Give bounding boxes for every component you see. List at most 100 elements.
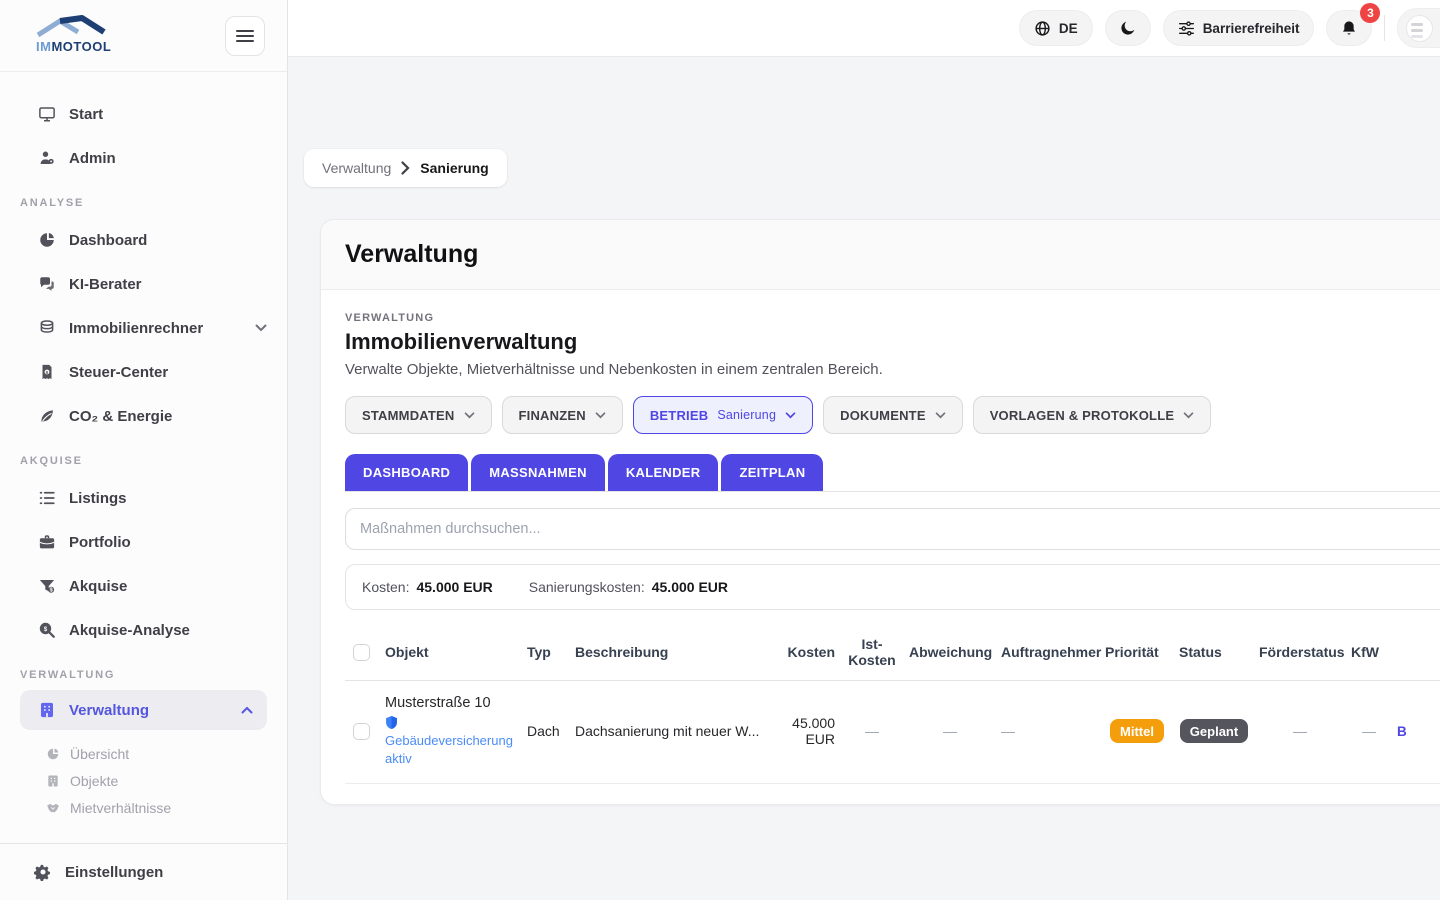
menu-button-finanzen[interactable]: FINANZEN	[502, 396, 623, 434]
logo-text-secondary: MOTOOL	[51, 39, 111, 54]
row-action-link[interactable]: B	[1397, 724, 1407, 739]
leaf-icon	[38, 407, 56, 425]
sidebar-item-label: Immobilienrechner	[69, 320, 203, 337]
sidebar-item-akquise[interactable]: $ Akquise	[0, 564, 287, 608]
sidebar-item-label: Steuer-Center	[69, 364, 168, 381]
verwaltung-subnav: Übersicht Objekte Mietverhältnisse	[0, 740, 287, 821]
stat-kosten: Kosten: 45.000 EUR	[362, 579, 493, 595]
cell-abweichung: —	[909, 723, 1001, 739]
svg-text:s: s	[46, 370, 49, 376]
menu-button-sublabel: Sanierung	[717, 408, 776, 422]
tab-zeitplan[interactable]: ZEITPLAN	[721, 454, 823, 491]
sidebar-header: IMMOTOOL	[0, 0, 287, 72]
sidebar-item-portfolio[interactable]: Portfolio	[0, 520, 287, 564]
sliders-icon	[1178, 21, 1195, 36]
sidebar-item-label: Akquise-Analyse	[69, 622, 190, 639]
sidebar-item-label: Dashboard	[69, 232, 147, 249]
subnav-item-uebersicht[interactable]: Übersicht	[0, 740, 287, 767]
menu-button-label: STAMMDATEN	[362, 408, 455, 423]
accessibility-button[interactable]: Barrierefreiheit	[1163, 10, 1315, 46]
col-foerderstatus: Förderstatus	[1259, 644, 1351, 660]
page-subtitle: Verwalte Objekte, Mietverhältnisse und N…	[345, 361, 1440, 378]
building-icon	[38, 701, 56, 719]
col-abweichung: Abweichung	[909, 644, 1001, 660]
sidebar-item-ki-berater[interactable]: KI-Berater	[0, 262, 287, 306]
cell-foerderstatus: —	[1259, 723, 1351, 739]
breadcrumb-parent[interactable]: Verwaltung	[322, 160, 391, 176]
tab-dashboard[interactable]: DASHBOARD	[345, 454, 468, 491]
col-kosten: Kosten	[771, 644, 845, 660]
immotool-logo: IMMOTOOL	[30, 14, 114, 58]
cell-typ: Dach	[527, 723, 575, 739]
sidebar-footer: Einstellungen	[0, 843, 287, 900]
search-input[interactable]	[345, 508, 1440, 550]
sidebar-toggle-button[interactable]	[225, 16, 265, 56]
sidebar-item-label: CO₂ & Energie	[69, 408, 172, 425]
table-row: Musterstraße 10 Gebäudeversicherung akti…	[345, 681, 1440, 784]
menu-button-dokumente[interactable]: DOKUMENTE	[823, 396, 963, 434]
select-all-checkbox[interactable]	[353, 644, 370, 661]
sidebar-section-verwaltung: VERWALTUNG	[0, 660, 287, 690]
shield-icon	[385, 715, 398, 730]
menu-button-label: DOKUMENTE	[840, 408, 926, 423]
sidebar-item-akquise-analyse[interactable]: $ Akquise-Analyse	[0, 608, 287, 652]
sidebar-item-label: KI-Berater	[69, 276, 142, 293]
sidebar-item-einstellungen[interactable]: Einstellungen	[0, 850, 287, 894]
main-column: DE Barrierefreiheit 3 Profil Verwaltung …	[288, 0, 1440, 900]
sidebar-item-start[interactable]: Start	[0, 92, 287, 136]
col-auftragnehmer: Auftragnehmer	[1001, 644, 1105, 660]
sidebar-item-steuer-center[interactable]: s Steuer-Center	[0, 350, 287, 394]
pie-chart-icon	[38, 231, 56, 249]
dark-mode-button[interactable]	[1105, 10, 1151, 46]
chevron-down-icon	[785, 412, 796, 419]
sidebar-item-admin[interactable]: Admin	[0, 136, 287, 180]
insurance-status-link[interactable]: Gebäudeversicherung aktiv	[385, 732, 517, 767]
tax-document-icon: s	[38, 363, 56, 381]
subnav-item-label: Objekte	[70, 773, 118, 789]
sidebar-item-label: Verwaltung	[69, 702, 149, 719]
sidebar-item-immobilienrechner[interactable]: Immobilienrechner	[0, 306, 287, 350]
hamburger-icon	[236, 29, 254, 43]
chevron-down-icon	[935, 412, 946, 419]
sidebar-item-listings[interactable]: Listings	[0, 476, 287, 520]
sidebar-section-akquise: AKQUISE	[0, 446, 287, 476]
col-kfw: KfW	[1351, 644, 1397, 660]
menu-button-vorlagen-protokolle[interactable]: VORLAGEN & PROTOKOLLE	[973, 396, 1212, 434]
menu-button-label: FINANZEN	[519, 408, 586, 423]
language-button[interactable]: DE	[1019, 10, 1093, 46]
cell-action: B	[1397, 723, 1440, 739]
col-status: Status	[1179, 644, 1259, 660]
profile-button[interactable]: Profil	[1397, 8, 1440, 48]
tab-massnahmen[interactable]: MASSNAHMEN	[471, 454, 605, 491]
sidebar-item-label: Admin	[69, 150, 116, 167]
sidebar-item-verwaltung[interactable]: Verwaltung	[20, 690, 267, 730]
topbar-divider	[1384, 15, 1385, 41]
admin-user-icon	[38, 149, 56, 167]
breadcrumb-current: Sanierung	[420, 160, 488, 176]
sub-tabs: DASHBOARD MASSNAHMEN KALENDER ZEITPLAN	[345, 454, 1440, 492]
stat-value: 45.000 EUR	[652, 579, 728, 595]
tab-kalender[interactable]: KALENDER	[608, 454, 719, 491]
costs-summary-bar: Kosten: 45.000 EUR Sanierungskosten: 45.…	[345, 564, 1440, 610]
topbar: DE Barrierefreiheit 3 Profil	[288, 0, 1440, 57]
subnav-item-mietverhaeltnisse[interactable]: Mietverhältnisse	[0, 794, 287, 821]
section-eyebrow: VERWALTUNG	[345, 312, 1440, 324]
svg-text:IMMOTOOL: IMMOTOOL	[36, 39, 111, 54]
menu-button-label: BETRIEB	[650, 408, 708, 423]
sidebar-item-dashboard[interactable]: Dashboard	[0, 218, 287, 262]
monitor-icon	[38, 105, 56, 123]
sidebar-item-label: Einstellungen	[65, 864, 163, 881]
subnav-item-objekte[interactable]: Objekte	[0, 767, 287, 794]
sidebar-nav: Start Admin ANALYSE Dashboard KI-Berater…	[0, 72, 287, 843]
stat-value: 45.000 EUR	[416, 579, 492, 595]
menu-button-betrieb[interactable]: BETRIEB Sanierung	[633, 396, 813, 434]
chevron-right-icon	[401, 161, 410, 175]
cell-auftragnehmer: —	[1001, 723, 1105, 739]
row-checkbox[interactable]	[353, 723, 370, 740]
gear-icon	[34, 863, 52, 881]
cell-kfw: —	[1351, 723, 1397, 739]
sidebar-item-co2-energie[interactable]: CO₂ & Energie	[0, 394, 287, 438]
menu-button-stammdaten[interactable]: STAMMDATEN	[345, 396, 492, 434]
wide-content: DASHBOARD MASSNAHMEN KALENDER ZEITPLAN K…	[345, 454, 1440, 784]
massnahmen-table: Objekt Typ Beschreibung Kosten Ist-Koste…	[345, 628, 1440, 784]
